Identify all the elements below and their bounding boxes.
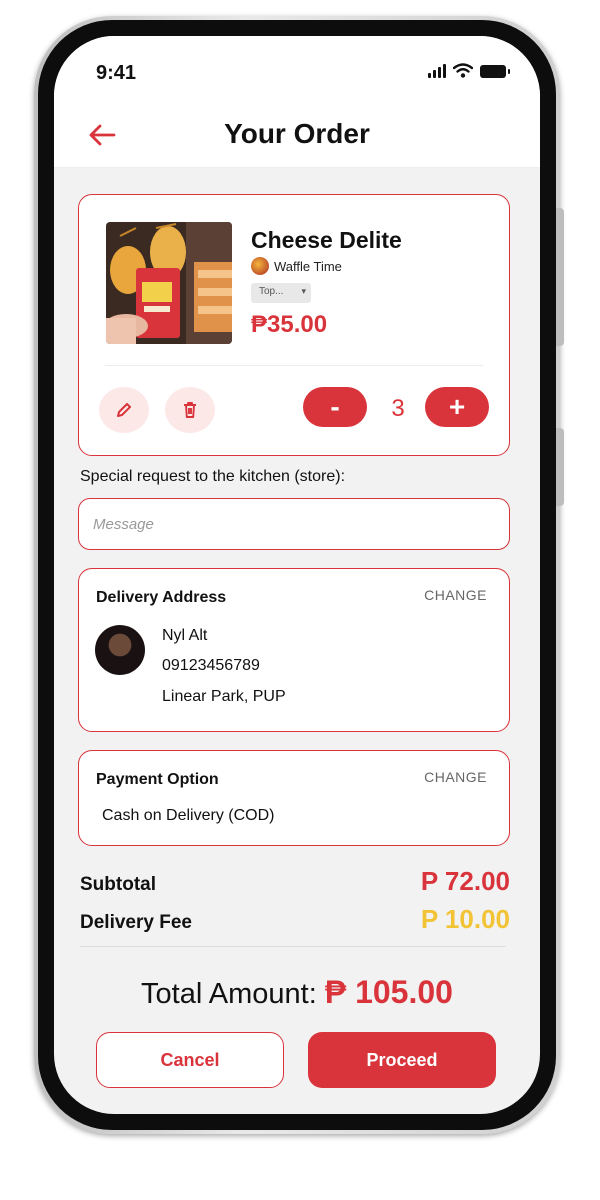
order-item-card: Cheese Delite Waffle Time Top... ▾ ₱35.0… [78, 194, 510, 456]
total-value: ₱ 105.00 [324, 974, 453, 1010]
delivery-address-card: Delivery Address CHANGE Nyl Alt 09123456… [78, 568, 510, 732]
special-request-input[interactable] [78, 498, 510, 550]
status-icons [428, 63, 510, 78]
signal-icon [428, 64, 446, 78]
delete-button[interactable] [165, 387, 215, 433]
delivery-fee-value: P 10.00 [420, 904, 510, 934]
delivery-fee-label: Delivery Fee [80, 912, 192, 933]
chevron-down-icon: ▾ [301, 286, 306, 296]
edit-button[interactable] [99, 387, 149, 433]
recipient-name: Nyl Alt [162, 627, 208, 644]
payment-option-card: Payment Option CHANGE Cash on Delivery (… [78, 750, 510, 846]
special-request-label: Special request to the kitchen (store): [80, 468, 346, 485]
increase-quantity-button[interactable]: + [425, 387, 489, 427]
store-logo-icon [251, 257, 269, 275]
pencil-icon [117, 403, 131, 417]
product-name: Cheese Delite [251, 227, 402, 253]
cancel-button[interactable]: Cancel [96, 1032, 284, 1088]
quantity-value: 3 [391, 395, 405, 422]
product-image [106, 222, 232, 344]
trash-icon [184, 402, 196, 418]
divider [105, 365, 483, 366]
status-time: 9:41 [96, 62, 137, 84]
product-price: ₱35.00 [251, 311, 328, 338]
change-payment-link[interactable]: CHANGE [424, 769, 487, 785]
delivery-address-title: Delivery Address [96, 589, 227, 606]
decrease-quantity-button[interactable]: - [303, 387, 367, 427]
app-screen: 9:41 Your Order Cheese Delite Waffle Tim… [54, 36, 540, 1114]
total-label: Total Amount: [141, 978, 317, 1010]
store-info: Waffle Time [251, 257, 342, 275]
change-address-link[interactable]: CHANGE [424, 587, 487, 603]
total-amount: Total Amount: ₱ 105.00 [54, 974, 540, 1011]
wifi-icon [453, 63, 473, 78]
subtotal-value: P 72.00 [420, 866, 510, 896]
payment-method: Cash on Delivery (COD) [102, 807, 275, 824]
summary-divider [80, 946, 506, 947]
status-bar: 9:41 [54, 36, 540, 102]
phone-side-button [556, 208, 564, 346]
page-title: Your Order [224, 118, 370, 149]
recipient-address: Linear Park, PUP [162, 688, 286, 705]
topping-select[interactable]: Top... ▾ [251, 283, 311, 303]
header: Your Order [54, 102, 540, 168]
topping-select-value: Top... [259, 286, 284, 297]
store-name: Waffle Time [274, 258, 342, 274]
recipient-phone: 09123456789 [162, 657, 260, 674]
proceed-button[interactable]: Proceed [308, 1032, 496, 1088]
battery-icon [480, 65, 510, 78]
payment-option-title: Payment Option [96, 771, 219, 788]
avatar [95, 625, 145, 675]
subtotal-label: Subtotal [80, 874, 156, 895]
phone-side-button [556, 428, 564, 506]
